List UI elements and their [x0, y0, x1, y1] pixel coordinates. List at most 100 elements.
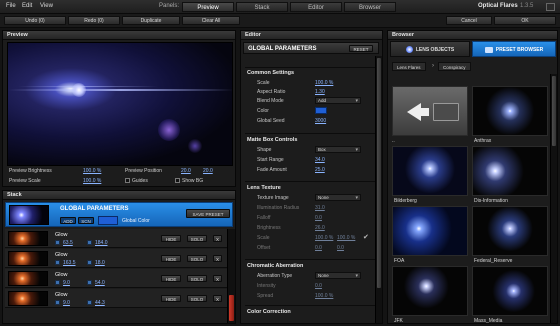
element-value-1[interactable]: 9.0: [63, 280, 70, 286]
brightness-value[interactable]: 26.0: [315, 225, 325, 231]
delete-button[interactable]: X: [213, 255, 222, 262]
duplicate-button[interactable]: Duplicate: [122, 16, 180, 25]
preview-position-x[interactable]: 20.0: [181, 168, 191, 174]
texture-image-select[interactable]: None: [315, 194, 361, 201]
tab-editor[interactable]: Editor: [290, 2, 342, 12]
breadcrumb-root[interactable]: Lens Flares: [392, 62, 426, 71]
breadcrumb-current[interactable]: Conspiracy: [438, 62, 471, 71]
delete-button[interactable]: X: [213, 235, 222, 242]
preset-thumbnail-dis-information[interactable]: [472, 146, 548, 196]
start-range-value[interactable]: 34.0: [315, 157, 325, 163]
blend-mode-select[interactable]: Add: [315, 97, 361, 104]
guides-check-icon[interactable]: [125, 178, 130, 184]
undo-button[interactable]: Undo (0): [4, 16, 66, 25]
element-value-1[interactable]: 9.0: [63, 300, 70, 306]
stack-row[interactable]: Glow 9.0 54.0 HIDE SOLO X: [5, 269, 233, 288]
element-value-2[interactable]: 18.0: [95, 260, 105, 266]
preset-thumbnail-federal-reserve[interactable]: [472, 206, 548, 256]
browser-scroll-thumb[interactable]: [552, 76, 556, 146]
lens-scale-x[interactable]: 100.0 %: [315, 235, 333, 241]
element-name: Glow: [55, 232, 68, 238]
stack-row[interactable]: Glow 9.0 44.3 HIDE SOLO X: [5, 289, 233, 308]
fade-amount-value[interactable]: 25.0: [315, 167, 325, 173]
preview-scale-value[interactable]: 100.0 %: [83, 178, 101, 184]
offset-y[interactable]: 0.0: [337, 245, 344, 251]
scn-button[interactable]: SCN: [78, 217, 94, 224]
divider: [245, 305, 379, 306]
app-title: Optical Flares: [478, 3, 518, 9]
preset-thumbnail-mass-media[interactable]: [472, 266, 548, 316]
ok-button[interactable]: OK: [494, 16, 556, 25]
menu-file[interactable]: File: [6, 3, 16, 9]
delete-button[interactable]: X: [213, 295, 222, 302]
preview-viewport[interactable]: [7, 42, 233, 166]
color-swatch[interactable]: [315, 107, 327, 114]
lens-scale-y[interactable]: 100.0 %: [337, 235, 355, 241]
solo-button[interactable]: SOLO: [187, 255, 207, 262]
solo-button[interactable]: SOLO: [187, 295, 207, 302]
hide-button[interactable]: HIDE: [161, 235, 181, 242]
offset-x[interactable]: 0.0: [315, 245, 322, 251]
preset-thumbnail-anthrax[interactable]: [472, 86, 548, 136]
element-value-2[interactable]: 44.3: [95, 300, 105, 306]
editor-scroll-thumb[interactable]: [377, 58, 381, 288]
element-value-1[interactable]: 163.5: [63, 260, 76, 266]
solo-button[interactable]: SOLO: [187, 275, 207, 282]
guides-label: Guides: [132, 178, 148, 184]
brightness-icon: [55, 240, 60, 245]
reset-button[interactable]: RESET: [349, 45, 373, 52]
tab-browser[interactable]: Browser: [344, 2, 396, 12]
element-value-1[interactable]: 63.5: [63, 240, 73, 246]
stack-scrollbar[interactable]: [227, 229, 235, 323]
editor-scrollbar[interactable]: [375, 56, 382, 323]
tab-lens-objects[interactable]: LENS OBJECTS: [390, 41, 470, 57]
element-value-2[interactable]: 54.0: [95, 280, 105, 286]
preview-position-y[interactable]: 20.0: [203, 168, 213, 174]
preset-thumbnail-jfk[interactable]: [392, 266, 468, 316]
cancel-button[interactable]: Cancel: [446, 16, 492, 25]
preset-thumbnail-bilderberg[interactable]: [392, 146, 468, 196]
shape-select[interactable]: Box: [315, 146, 361, 153]
hide-button[interactable]: HIDE: [161, 275, 181, 282]
show-bg-check-icon[interactable]: [175, 178, 180, 184]
menu-view[interactable]: View: [40, 3, 53, 9]
guides-checkbox[interactable]: Guides: [125, 178, 148, 184]
hide-button[interactable]: HIDE: [161, 255, 181, 262]
preset-thumbnail-foa[interactable]: [392, 206, 468, 256]
stack-scroll-thumb[interactable]: [229, 295, 234, 321]
menu-edit[interactable]: Edit: [22, 3, 32, 9]
scale-value[interactable]: 100.0 %: [315, 80, 333, 86]
browser-scrollbar[interactable]: [550, 74, 557, 323]
global-thumbnail: [9, 205, 49, 225]
aspect-ratio-value[interactable]: 1.30: [315, 89, 325, 95]
add-button[interactable]: ADD: [60, 217, 76, 224]
show-bg-checkbox[interactable]: Show BG: [175, 178, 203, 184]
aberration-type-select[interactable]: None: [315, 272, 361, 279]
illumination-radius-value[interactable]: 31.0: [315, 205, 325, 211]
close-icon[interactable]: [546, 3, 555, 11]
tab-stack[interactable]: Stack: [236, 2, 288, 12]
preset-item-up[interactable]: [392, 86, 468, 136]
global-parameters-row[interactable]: GLOBAL PARAMETERS ADD SCN Global Color S…: [5, 202, 233, 227]
brightness-label: Brightness: [257, 225, 281, 231]
spread-value[interactable]: 100.0 %: [315, 293, 333, 299]
stack-row[interactable]: Glow 163.5 18.0 HIDE SOLO X: [5, 249, 233, 268]
tab-preset-browser[interactable]: PRESET BROWSER: [472, 41, 556, 57]
redo-button[interactable]: Redo (0): [68, 16, 120, 25]
solo-button[interactable]: SOLO: [187, 235, 207, 242]
clear-all-button[interactable]: Clear All: [182, 16, 240, 25]
global-color-swatch[interactable]: [98, 216, 118, 225]
preview-brightness-value[interactable]: 100.0 %: [83, 168, 101, 174]
falloff-value[interactable]: 0.0: [315, 215, 322, 221]
hide-button[interactable]: HIDE: [161, 295, 181, 302]
delete-button[interactable]: X: [213, 275, 222, 282]
intensity-value[interactable]: 0.0: [315, 283, 322, 289]
global-seed-value[interactable]: 3000: [315, 118, 326, 124]
save-preset-button[interactable]: SAVE PRESET: [186, 209, 230, 218]
editor-header: Editor: [241, 31, 382, 40]
tab-preview[interactable]: Preview: [182, 2, 234, 12]
link-check-icon[interactable]: ✔: [363, 233, 369, 241]
stack-row[interactable]: Glow 63.5 184.0 HIDE SOLO X: [5, 229, 233, 248]
element-value-2[interactable]: 184.0: [95, 240, 108, 246]
toolbar: Undo (0) Redo (0) Duplicate Clear All Ca…: [0, 14, 560, 28]
